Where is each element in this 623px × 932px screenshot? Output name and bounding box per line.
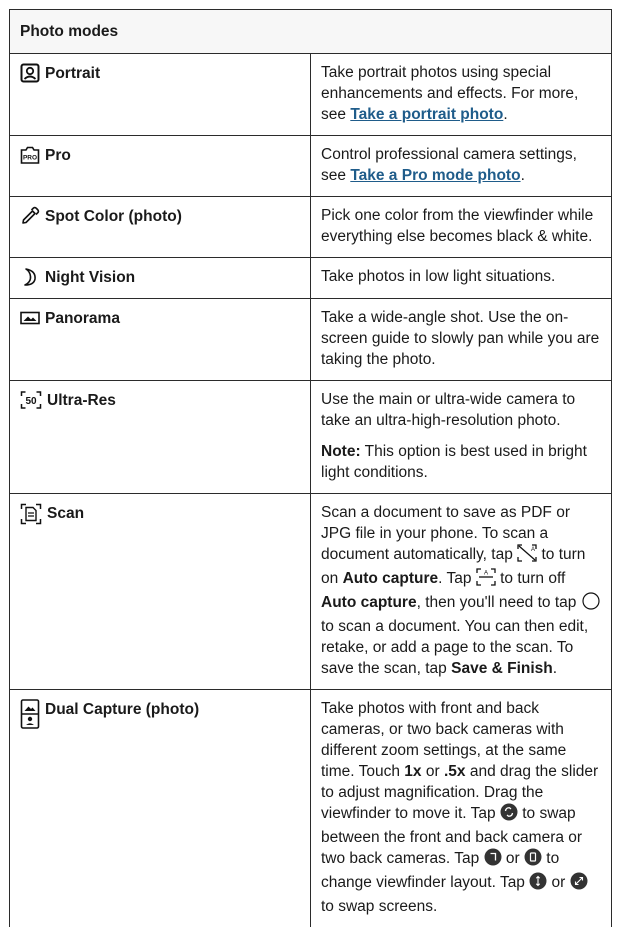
description-text: . [503, 106, 508, 123]
mode-description: Pick one color from the viewfinder while… [310, 196, 612, 258]
table-row: Portrait Take portrait photos using spec… [9, 53, 612, 136]
pro-icon: PRO [20, 145, 40, 165]
mode-name: Dual Capture (photo) [45, 701, 200, 718]
auto-capture-label: Auto capture [342, 570, 439, 587]
mode-cell: Dual Capture (photo) [9, 689, 311, 927]
swap-camera-icon [500, 803, 518, 827]
mode-name: Scan [47, 505, 85, 522]
note-paragraph: Note: This option is best used in bright… [321, 441, 601, 483]
save-finish-label: Save & Finish [451, 660, 553, 677]
take-pro-mode-photo-link[interactable]: Take a Pro mode photo [350, 167, 520, 184]
mode-name: Ultra-Res [47, 392, 116, 409]
mode-cell: Scan [9, 493, 311, 690]
svg-text:A: A [531, 547, 535, 553]
description-text: . [552, 660, 558, 677]
table-row: Night Vision Take photos in low light si… [9, 257, 612, 299]
ultra-res-icon: 50 [20, 390, 42, 410]
portrait-icon [20, 63, 40, 83]
mode-name: Night Vision [45, 269, 136, 286]
mode-description: Take portrait photos using special enhan… [310, 53, 612, 136]
mode-cell: 50 Ultra-Res [9, 380, 311, 494]
layout-pip-icon [524, 848, 542, 872]
table-header-row: Photo modes [9, 9, 612, 54]
description-text: or [547, 874, 570, 891]
mode-description: Control professional camera settings, se… [310, 135, 612, 197]
mode-description: Take photos with front and back cameras,… [310, 689, 612, 927]
table-row: Scan Scan a document to save as PDF or J… [9, 493, 612, 690]
swap-screens-diagonal-icon [570, 872, 588, 896]
photo-modes-table-wrap: Photo modes Portrait Take portrait photo… [9, 9, 612, 927]
description-text: . Tap [438, 570, 476, 587]
auto-capture-label: Auto capture [321, 594, 417, 611]
zoom-05x-label: .5x [443, 763, 466, 780]
table-row: Dual Capture (photo) Take photos with fr… [9, 689, 612, 927]
mode-name: Pro [45, 147, 71, 164]
mode-cell: Night Vision [9, 257, 311, 299]
zoom-1x-label: 1x [404, 763, 422, 780]
table-row: Spot Color (photo) Pick one color from t… [9, 196, 612, 258]
table-row: Panorama Take a wide-angle shot. Use the… [9, 298, 612, 381]
description-text: , then you'll need to tap [416, 594, 581, 611]
shutter-icon [581, 592, 601, 616]
swap-screens-vertical-icon [529, 872, 547, 896]
description-text: to turn off [495, 570, 566, 587]
mode-description: Scan a document to save as PDF or JPG fi… [310, 493, 612, 690]
mode-cell: Panorama [9, 298, 311, 381]
description-text: or [501, 850, 524, 867]
table-row: 50 Ultra-Res Use the main or ultra-wide … [9, 380, 612, 494]
photo-modes-table: Photo modes Portrait Take portrait photo… [9, 9, 612, 927]
svg-text:A: A [484, 571, 488, 577]
table-row: PRO Pro Control professional camera sett… [9, 135, 612, 197]
mode-cell: Portrait [9, 53, 311, 136]
description-text: Use the main or ultra-wide camera to tak… [321, 391, 576, 429]
moon-icon [20, 267, 40, 287]
auto-capture-off-icon: A [517, 544, 537, 568]
auto-capture-on-icon: A [476, 568, 496, 592]
mode-description: Use the main or ultra-wide camera to tak… [310, 380, 612, 494]
dual-capture-icon [20, 699, 40, 729]
mode-cell: Spot Color (photo) [9, 196, 311, 258]
mode-name: Panorama [45, 310, 120, 327]
scan-icon [20, 503, 42, 525]
mode-cell: PRO Pro [9, 135, 311, 197]
table-header: Photo modes [9, 9, 612, 54]
svg-text:PRO: PRO [23, 155, 37, 162]
description-text: or [421, 763, 444, 780]
ultra-res-icon-text: 50 [25, 396, 37, 407]
description-text: . [520, 167, 525, 184]
mode-description: Take photos in low light situations. [310, 257, 612, 299]
mode-description: Take a wide-angle shot. Use the on-scree… [310, 298, 612, 381]
layout-split-icon [484, 848, 502, 872]
description-text: to swap screens. [321, 898, 438, 915]
mode-name: Spot Color (photo) [45, 208, 182, 225]
take-portrait-photo-link[interactable]: Take a portrait photo [350, 106, 503, 123]
note-label: Note: [321, 443, 361, 460]
note-text: This option is best used in bright light… [321, 443, 587, 481]
mode-name: Portrait [45, 65, 101, 82]
eyedropper-icon [20, 206, 40, 226]
panorama-icon [20, 308, 40, 328]
